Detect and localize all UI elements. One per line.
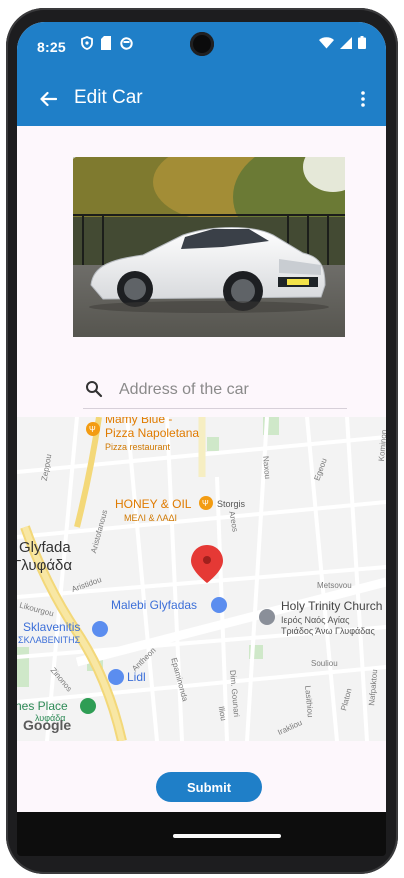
status-bar: 8:25 [17,22,386,72]
map-label-malebi: Malebi Glyfadas [111,598,198,612]
shield-icon [81,36,93,50]
map-label-pizza-2: Pizza Napoletana [105,426,200,440]
street-label: Souliou [311,659,338,668]
battery-icon [358,36,366,49]
submit-button[interactable]: Submit [156,772,262,802]
wifi-icon [319,36,334,48]
car-image [73,157,345,337]
map-view[interactable]: Ψ Ψ Mamy Blue - Pizza Napoletana Pizza r… [17,417,386,741]
front-camera [190,32,214,56]
google-logo: Google [23,717,72,733]
more-vert-icon [361,91,365,107]
circle-status-icon [120,36,133,50]
overflow-menu-button[interactable] [348,84,378,114]
street-label: Kominon [376,429,386,462]
status-time: 8:25 [37,39,66,55]
street-label: Naxou [261,455,273,480]
map-label-glyfada: Glyfada [19,539,71,556]
map-label-sklavenitis-greek: ΣΚΛΑΒΕΝΙΤΗΣ [18,635,81,645]
home-indicator[interactable] [173,834,281,838]
address-search[interactable] [83,372,347,409]
car-photo-illustration [73,157,345,337]
map-label-nes-place: nes Place [17,699,68,713]
map-label-holy: Holy Trinity Church [281,599,383,613]
app-bar: Edit Car [17,72,386,126]
page-title: Edit Car [74,87,143,108]
address-input[interactable] [117,377,341,403]
back-button[interactable] [33,84,63,114]
arrow-left-icon [40,91,57,107]
status-icons-left [81,36,133,50]
map-label-storgis: Storgis [217,499,246,509]
svg-text:Ψ: Ψ [89,425,96,434]
signal-icon [340,36,352,49]
map-label-honey-sub: ΜΕΛΙ & ΛΑΔΙ [124,513,178,523]
map-base: Ψ Ψ [17,417,386,741]
map-label-glyfada-greek: Γλυφάδα [17,557,73,574]
street-label: Metsovou [317,581,352,590]
sim-card-icon [101,36,111,50]
map-label-holy-greek-1: Ιερός Ναός Αγίας [281,615,350,625]
svg-text:Ψ: Ψ [202,499,209,508]
map-label-sklavenitis: Sklavenitis [23,620,81,634]
map-label-honey: HONEY & OIL [115,497,192,511]
map-label-holy-greek-2: Τριάδος Άνω Γλυφάδας [281,626,375,636]
map-label-pizza-sub: Pizza restaurant [105,442,171,452]
map-label-pizza: Mamy Blue - [105,417,173,426]
screen: 8:25 Edit Car Address of the car Ψ Ψ Mam… [17,22,386,842]
status-icons-right [319,36,366,49]
navigation-bar [17,812,386,856]
search-icon [86,381,103,398]
